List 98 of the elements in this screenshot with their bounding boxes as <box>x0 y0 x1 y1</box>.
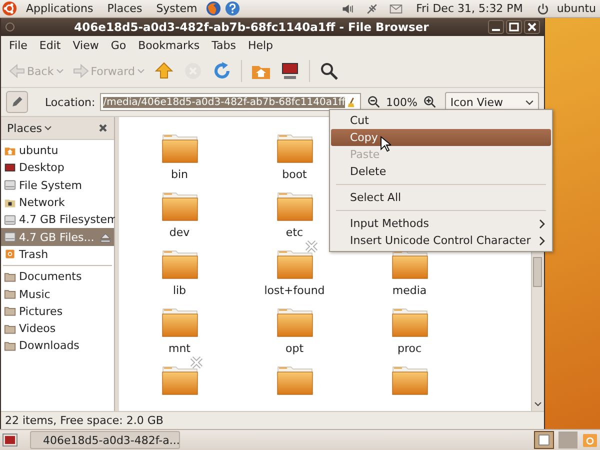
sidebar-item[interactable]: Pictures <box>1 302 114 320</box>
folder-label[interactable]: lost+found <box>264 284 325 297</box>
folder-label[interactable]: opt <box>285 342 304 355</box>
location-label: Location: <box>45 96 96 108</box>
zoom-level: 100% <box>386 96 418 108</box>
caret-icon <box>44 124 52 132</box>
folder-icon[interactable] <box>276 191 312 221</box>
sidebar-item[interactable]: Videos <box>1 320 114 338</box>
network-folder-icon <box>4 196 16 209</box>
close-icon[interactable] <box>524 20 540 34</box>
menu-item[interactable]: Help <box>242 39 280 52</box>
mail-icon[interactable] <box>389 2 404 16</box>
trash-icon <box>4 248 16 260</box>
scrollbar-thumb[interactable] <box>533 257 542 287</box>
zoom-out-icon[interactable] <box>367 95 381 109</box>
sidebar-item[interactable]: 4.7 GB Files... <box>1 228 114 246</box>
sidebar-item[interactable]: ubuntu <box>1 142 114 160</box>
sidebar-item[interactable]: 4.7 GB Filesystem <box>1 211 114 228</box>
power-icon[interactable] <box>536 2 550 16</box>
drive-icon <box>4 214 16 226</box>
folder-icon <box>4 305 16 318</box>
panel-menu[interactable]: System <box>151 2 202 15</box>
scroll-down-icon[interactable] <box>534 400 542 408</box>
folder-icon <box>4 322 16 335</box>
folder-label[interactable]: boot <box>282 168 307 181</box>
context-menu-item[interactable]: Insert Unicode Control Character <box>331 232 551 249</box>
mouse-pointer-icon <box>380 136 391 152</box>
location-field[interactable]: /media/406e18d5-a0d3-482f-ab7b-68fc1140a1ff <box>100 93 362 111</box>
folder-icon[interactable] <box>276 133 312 163</box>
menu-item[interactable]: Tabs <box>206 39 242 52</box>
context-menu-item[interactable]: Cut <box>331 112 551 129</box>
folder-icon[interactable] <box>392 307 428 337</box>
folder-icon[interactable] <box>162 249 198 279</box>
sidebar-item[interactable]: Network <box>1 194 114 212</box>
folder-label[interactable]: mnt <box>168 342 190 355</box>
taskbar-button[interactable]: 406e18d5-a0d3-482f-a... <box>30 431 180 449</box>
clock[interactable]: Fri Dec 31, 5:32 PM <box>416 2 523 15</box>
help-icon[interactable] <box>225 1 240 16</box>
status-text: 22 items, Free space: 2.0 GB <box>5 414 164 427</box>
folder-icon[interactable] <box>162 191 198 221</box>
drive-icon <box>4 231 16 244</box>
folder-label[interactable]: proc <box>397 342 422 355</box>
context-menu-item[interactable]: Copy <box>331 129 551 146</box>
panel-menu[interactable]: Places <box>102 2 148 15</box>
menu-item[interactable]: Go <box>104 39 132 52</box>
window-title: 406e18d5-a0d3-482f-ab7b-68fc1140a1ff - File Browser <box>73 20 430 34</box>
user-name[interactable]: ubuntu <box>556 2 596 15</box>
volume-icon[interactable] <box>341 2 356 16</box>
sidebar-item[interactable]: Trash <box>1 246 114 264</box>
show-desktop-icon[interactable] <box>2 432 18 448</box>
home-folder-icon <box>4 144 16 157</box>
workspace-icon[interactable] <box>534 431 554 449</box>
folder-icon[interactable] <box>162 133 198 163</box>
folder-icon[interactable] <box>162 365 198 395</box>
close-icon[interactable] <box>98 123 108 133</box>
minimize-icon[interactable] <box>488 20 504 34</box>
folder-icon[interactable] <box>276 365 312 395</box>
folder-icon[interactable] <box>276 249 312 279</box>
folder-icon <box>4 288 16 300</box>
eject-icon[interactable] <box>100 232 111 243</box>
context-menu-item[interactable]: Select All <box>331 189 551 206</box>
folder-icon[interactable] <box>162 307 198 337</box>
folder-icon <box>4 340 16 352</box>
menu-item[interactable]: Edit <box>33 39 67 52</box>
folder-icon[interactable] <box>276 307 312 337</box>
network-icon[interactable] <box>365 2 380 16</box>
folder-icon[interactable] <box>392 249 428 279</box>
globe-icon[interactable] <box>206 1 222 16</box>
caret-icon <box>525 98 534 106</box>
menu-item[interactable]: File <box>3 39 34 52</box>
right-arrow-icon <box>72 63 89 79</box>
sidebar-item[interactable]: Documents <box>1 268 114 286</box>
context-menu-item[interactable]: Input Methods <box>331 215 551 232</box>
window-menu-icon[interactable] <box>5 22 15 32</box>
folder-label[interactable]: dev <box>169 226 190 239</box>
trash-icon[interactable] <box>582 432 598 448</box>
sidebar-item[interactable]: Desktop <box>1 159 114 177</box>
edit-location-button[interactable] <box>6 91 28 113</box>
folder-icon[interactable] <box>392 365 428 395</box>
menu-item[interactable]: Bookmarks <box>132 39 206 52</box>
sidebar-item[interactable]: Downloads <box>1 337 114 355</box>
sidebar-item[interactable]: Music <box>1 285 114 303</box>
menu-item[interactable]: View <box>66 39 105 52</box>
left-arrow-icon <box>9 63 25 79</box>
folder-icon <box>4 270 16 283</box>
zoom-in-icon[interactable] <box>423 95 438 109</box>
folder-label[interactable]: media <box>392 284 427 297</box>
logo-icon[interactable] <box>2 1 17 16</box>
places-header[interactable]: Places <box>1 117 114 140</box>
sidebar-item[interactable]: File System <box>1 176 114 194</box>
monitor-icon <box>4 162 16 174</box>
folder-label[interactable]: lib <box>172 284 186 297</box>
context-menu-item[interactable]: Delete <box>331 163 551 180</box>
folder-label[interactable]: bin <box>170 168 188 181</box>
panel-menu[interactable]: Applications <box>21 2 98 15</box>
drive-icon <box>4 179 16 192</box>
maximize-icon[interactable] <box>506 20 522 34</box>
folder-label[interactable]: etc <box>286 226 304 239</box>
